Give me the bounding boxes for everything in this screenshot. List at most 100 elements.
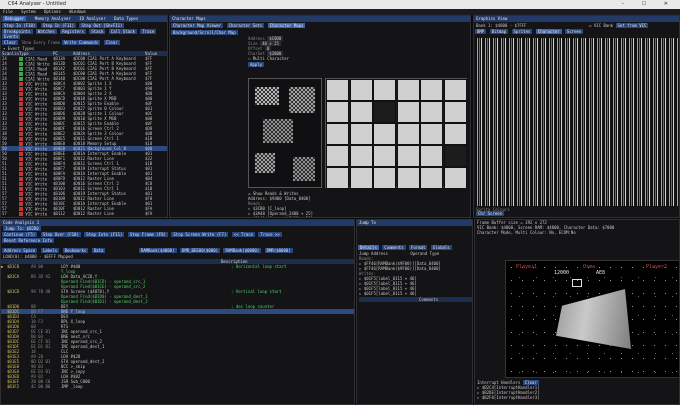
clear-events-button[interactable]: Clear xyxy=(2,40,19,45)
charmap-tile[interactable] xyxy=(420,101,443,123)
charmap-tile[interactable] xyxy=(326,167,349,189)
watches-button[interactable]: Watches xyxy=(35,29,57,34)
menu-system[interactable]: System xyxy=(21,9,35,14)
step-into-button[interactable]: Step Into (F11) xyxy=(84,232,125,237)
tab-bitmap[interactable]: Bitmap xyxy=(489,29,509,34)
charmap-tile[interactable] xyxy=(396,123,420,145)
charmap-tile[interactable] xyxy=(396,79,420,101)
show-every-frame-checkbox[interactable]: Show Every Frame xyxy=(21,40,60,45)
charmap-tile[interactable] xyxy=(373,145,396,167)
event-row[interactable]: 57 VIC Write $B112 $D012 Raster Line $FA xyxy=(1,211,167,216)
tab-data[interactable]: Data xyxy=(91,248,106,253)
charmap-tile[interactable] xyxy=(326,123,349,145)
jump-to-field[interactable]: Jump To: $B2D0 xyxy=(3,226,41,231)
event-color-marker xyxy=(19,66,23,71)
menu-windows[interactable]: Windows xyxy=(69,9,86,14)
tab-character-maps[interactable]: Character Maps xyxy=(172,16,206,21)
charmap-tile[interactable] xyxy=(443,145,467,167)
apply-button[interactable]: Apply xyxy=(248,62,265,67)
charmap-tile[interactable] xyxy=(396,145,420,167)
operand-type-select[interactable]: Operand Type xyxy=(410,251,439,256)
details-write-item[interactable]: ▸ $01F5[label_0115 + 46] xyxy=(359,291,472,296)
trace-button[interactable]: Trace xyxy=(140,29,157,34)
events-button[interactable]: Events xyxy=(2,34,21,39)
trace-back-button[interactable]: << Trace xyxy=(231,232,256,237)
tab-memory-analyser[interactable]: Memory Analyser xyxy=(35,16,71,21)
emulator-screen[interactable]: Player1 Orma Player2 12000 AE8 xyxy=(505,260,679,378)
charmap-tile[interactable] xyxy=(349,167,373,189)
tab-ram-bank-0[interactable]: RAMBank($0000) xyxy=(223,248,262,253)
tab-data-types[interactable]: Data Types xyxy=(114,16,138,21)
chr-screen-button[interactable]: Chr Screen xyxy=(476,211,505,216)
tab-graphics-view[interactable]: Graphics View xyxy=(476,16,507,21)
clear-button[interactable]: Clear xyxy=(103,40,120,45)
tab-map-viewer[interactable]: Character Map Viewer xyxy=(171,23,224,28)
charmap-tile[interactable] xyxy=(443,79,467,101)
tab-dmr-0[interactable]: DMR($0000) xyxy=(264,248,293,253)
charmap-grid[interactable] xyxy=(325,78,467,189)
charmap-tile[interactable] xyxy=(349,101,373,123)
tab-character-maps-active[interactable]: Character Maps xyxy=(267,23,306,28)
step-frame-button[interactable]: Step Frame (F8) xyxy=(127,232,168,237)
charmap-tile[interactable] xyxy=(396,101,420,123)
tab-ram-bank[interactable]: RAMBank($4000) xyxy=(138,248,177,253)
interrupt-item[interactable]: ▸ $B2F0[InterruptHandler3] xyxy=(477,395,677,400)
registers-button[interactable]: Registers xyxy=(60,29,86,34)
event-color-marker xyxy=(19,141,23,146)
charmap-tile[interactable] xyxy=(373,123,396,145)
charmap-tile[interactable] xyxy=(326,101,349,123)
reset-reference-button[interactable]: Reset Reference Info xyxy=(2,238,55,243)
charmap-tile[interactable] xyxy=(373,101,396,123)
charmap-tile[interactable] xyxy=(349,123,373,145)
menu-options[interactable]: Options xyxy=(44,9,61,14)
step-out-button[interactable]: Step Out (Sh+F11) xyxy=(79,23,125,28)
tab-bmp[interactable]: BMP xyxy=(475,29,487,34)
charmap-tile[interactable] xyxy=(443,123,467,145)
tab-format[interactable]: Format xyxy=(408,245,428,250)
charmap-read-item[interactable]: ▸ $3A4A [Operand_2400 + 26] xyxy=(248,216,448,217)
tab-globals[interactable]: Globals xyxy=(430,245,452,250)
charmap-tile[interactable] xyxy=(420,79,443,101)
call-stack-button[interactable]: Call Stack xyxy=(108,29,137,34)
disasm-line[interactable]: $B1F2 4C 00 B0 JMP _loop xyxy=(1,384,354,389)
tab-debugger[interactable]: Debugger xyxy=(3,16,27,21)
stop-screen-write-button[interactable]: Stop Screen Write (F7) xyxy=(171,232,229,237)
continue-button[interactable]: Continue (F5) xyxy=(2,232,38,237)
charmap-tile[interactable] xyxy=(349,79,373,101)
step-over-button[interactable]: Step Over (F10) xyxy=(40,232,81,237)
tab-sprites[interactable]: Sprites xyxy=(511,29,533,34)
set-from-vic-button[interactable]: Set from VIC xyxy=(615,23,649,28)
charmap-tile[interactable] xyxy=(349,145,373,167)
tab-character-sets[interactable]: Character Sets xyxy=(226,23,265,28)
stack-button[interactable]: Stack xyxy=(89,29,106,34)
tab-bookmarks[interactable]: Bookmarks xyxy=(62,248,89,253)
tab-screen[interactable]: Screen xyxy=(564,29,584,34)
charmap-tile[interactable] xyxy=(443,167,467,189)
charmap-tile[interactable] xyxy=(326,79,349,101)
tab-character[interactable]: Character xyxy=(535,29,562,34)
tab-comments[interactable]: Comments xyxy=(382,245,406,250)
tab-labels[interactable]: Labels xyxy=(40,248,60,253)
tab-dmr-bee[interactable]: DMR_BEE00($000) xyxy=(179,248,221,253)
step-in-button[interactable]: Step In (F10) xyxy=(2,23,38,28)
charmap-tile[interactable] xyxy=(326,145,349,167)
charmap-tile[interactable] xyxy=(373,167,396,189)
charmap-tile[interactable] xyxy=(443,101,467,123)
menu-file[interactable]: File xyxy=(3,9,13,14)
charmap-tile[interactable] xyxy=(420,167,443,189)
character-set-view[interactable] xyxy=(476,38,678,206)
write-commands-button[interactable]: Write Commands xyxy=(62,40,101,45)
tab-address-space[interactable]: Address Space xyxy=(2,248,38,253)
charmap-tile[interactable] xyxy=(420,145,443,167)
charmap-tile[interactable] xyxy=(420,123,443,145)
step-in-f11-button[interactable]: Step In (F11) xyxy=(40,23,77,28)
charmap-character-view[interactable] xyxy=(248,78,322,188)
tab-io-analyser[interactable]: IO Analyser xyxy=(79,16,106,21)
window-controls[interactable]: – ☐ ✕ xyxy=(622,0,676,9)
tab-details[interactable]: Details xyxy=(358,245,379,250)
background-scroll-button[interactable]: Background/Scroll/Char Map xyxy=(171,30,238,35)
tab-code-analysis[interactable]: Code Analysis 1 xyxy=(3,220,39,225)
charmap-tile[interactable] xyxy=(396,167,420,189)
trace-forward-button[interactable]: Trace >> xyxy=(258,232,282,237)
charmap-tile[interactable] xyxy=(373,79,396,101)
